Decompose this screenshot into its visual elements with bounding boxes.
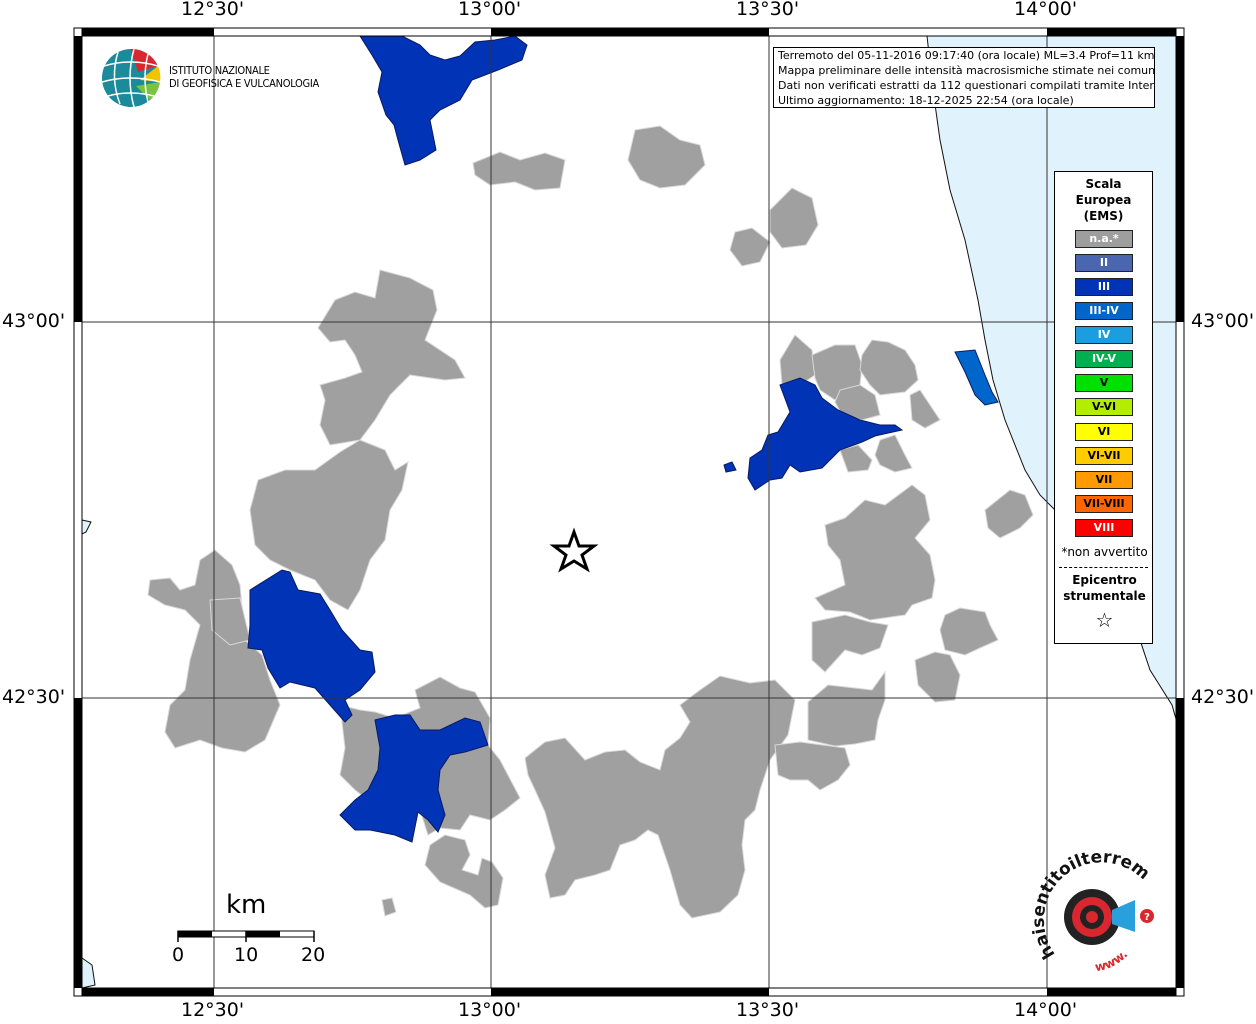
info-line-1: Terremoto del 05-11-2016 09:17:40 (ora l… bbox=[778, 49, 1155, 62]
logo-line-1: ISTITUTO NAZIONALE bbox=[169, 64, 270, 77]
legend-epicenter-line-1: Epicentro bbox=[1072, 573, 1137, 587]
scale-unit: km bbox=[226, 890, 267, 920]
legend-epicenter-line-2: strumentale bbox=[1063, 589, 1146, 603]
municipalities-not-felt bbox=[147, 125, 1034, 919]
legend-note: *non avvertito bbox=[1061, 545, 1148, 559]
legend-swatch-III-IV: III-IV bbox=[1075, 302, 1133, 320]
scale-label-10: 10 bbox=[234, 944, 259, 966]
info-line-2: Mappa preliminare delle intensità macros… bbox=[778, 64, 1155, 77]
legend-swatch-VIII: VIII bbox=[1075, 519, 1133, 537]
epicenter-star bbox=[549, 527, 599, 573]
legend-epicenter-star-icon: ☆ bbox=[1095, 608, 1114, 632]
info-line-4: Ultimo aggiornamento: 18-12-2025 22:54 (… bbox=[778, 94, 1074, 107]
legend-swatch-VII-VIII: VII-VIII bbox=[1075, 495, 1133, 513]
legend-swatch-VI: VI bbox=[1075, 423, 1133, 441]
ems-legend: Scala Europea (EMS) n.a.* II III III-IV … bbox=[1054, 171, 1153, 644]
tick-left-4300: 43°00' bbox=[2, 310, 66, 332]
tick-top-1330: 13°30' bbox=[736, 0, 800, 20]
legend-swatch-V-VI: V-VI bbox=[1075, 398, 1133, 416]
legend-title-line-3: (EMS) bbox=[1083, 209, 1124, 223]
info-line-3: Dati non verificati estratti da 112 ques… bbox=[778, 79, 1155, 92]
watermark-prefix: www. bbox=[1094, 947, 1131, 974]
legend-swatch-IV: IV bbox=[1075, 326, 1133, 344]
scale-bar bbox=[177, 930, 315, 942]
tick-left-4230: 42°30' bbox=[2, 686, 66, 708]
legend-swatch-II: II bbox=[1075, 254, 1133, 272]
tick-bottom-1300: 13°00' bbox=[458, 999, 522, 1021]
tick-top-1400: 14°00' bbox=[1014, 0, 1078, 20]
legend-swatch-VI-VII: VI-VII bbox=[1075, 447, 1133, 465]
event-info-box: Terremoto del 05-11-2016 09:17:40 (ora l… bbox=[773, 47, 1155, 108]
legend-swatch-IV-V: IV-V bbox=[1075, 350, 1133, 368]
tick-right-4300: 43°00' bbox=[1191, 310, 1255, 332]
legend-swatch-III: III bbox=[1075, 278, 1133, 296]
legend-epicenter-label: Epicentro strumentale bbox=[1055, 572, 1154, 604]
scale-label-20: 20 bbox=[301, 944, 326, 966]
legend-swatch-na: n.a.* bbox=[1075, 230, 1133, 248]
tick-bottom-1330: 13°30' bbox=[736, 999, 800, 1021]
legend-title-line-1: Scala bbox=[1085, 177, 1122, 191]
ingv-logo-globe bbox=[101, 48, 161, 108]
logo-line-2: DI GEOFISICA E VULCANOLOGIA bbox=[169, 77, 319, 90]
svg-text:www.: www. bbox=[1094, 947, 1131, 974]
tick-bottom-1400: 14°00' bbox=[1014, 999, 1078, 1021]
legend-separator bbox=[1059, 567, 1148, 568]
legend-swatch-VII: VII bbox=[1075, 471, 1133, 489]
tick-right-4230: 42°30' bbox=[1191, 686, 1255, 708]
scale-label-0: 0 bbox=[172, 944, 185, 966]
left-coast-fragment-2 bbox=[81, 957, 96, 989]
legend-title-line-2: Europea bbox=[1075, 193, 1132, 207]
left-coast-fragment bbox=[81, 519, 92, 535]
legend-swatch-V: V bbox=[1075, 374, 1133, 392]
tick-bottom-1230: 12°30' bbox=[181, 999, 245, 1021]
tick-top-1300: 13°00' bbox=[458, 0, 522, 20]
legend-title: Scala Europea (EMS) bbox=[1055, 176, 1152, 224]
ingv-logo-text: ISTITUTO NAZIONALE DI GEOFISICA E VULCAN… bbox=[169, 64, 319, 90]
svg-text:?: ? bbox=[1144, 912, 1150, 923]
tick-top-1230: 12°30' bbox=[181, 0, 245, 20]
